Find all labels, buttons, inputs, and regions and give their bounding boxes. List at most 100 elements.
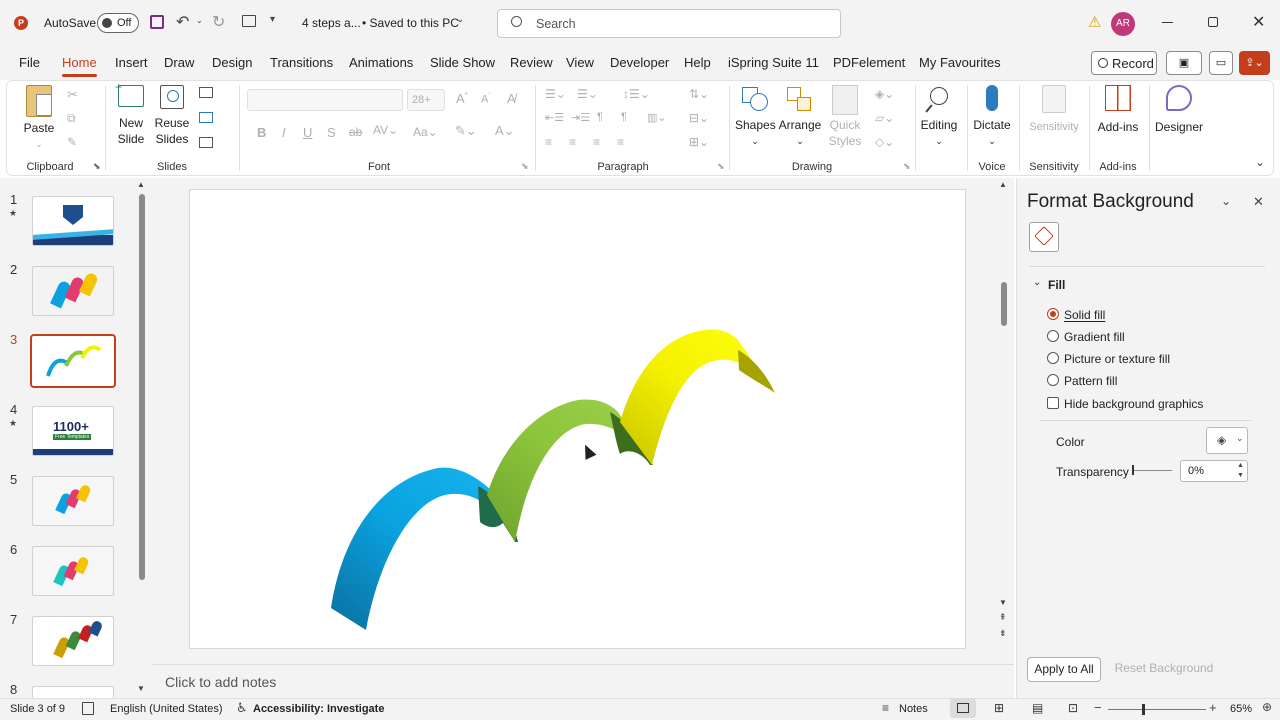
share-button[interactable]: ⇪⌄ bbox=[1239, 51, 1270, 75]
slide-thumb-2[interactable] bbox=[32, 266, 114, 316]
paragraph-launcher-icon[interactable]: ⬊ bbox=[717, 161, 725, 172]
restore-icon[interactable] bbox=[1208, 17, 1218, 27]
increase-indent-icon[interactable]: ⇥☰ bbox=[571, 111, 590, 124]
smartart-icon[interactable]: ⊞⌄ bbox=[689, 135, 709, 149]
addins-button[interactable]: Add-ins bbox=[1093, 85, 1143, 135]
char-spacing-icon[interactable]: AV⌄ bbox=[373, 123, 398, 137]
tab-draw[interactable]: Draw bbox=[164, 55, 194, 70]
reading-view-icon[interactable]: ▤ bbox=[1032, 701, 1043, 715]
undo-dropdown-icon[interactable]: ⌄ bbox=[196, 16, 203, 25]
undo-icon[interactable]: ↶ bbox=[176, 12, 189, 32]
tab-ispring[interactable]: iSpring Suite 11 bbox=[728, 55, 819, 70]
record-button[interactable]: Record bbox=[1091, 51, 1157, 75]
zoom-slider[interactable] bbox=[1108, 704, 1206, 715]
italic-button[interactable]: I bbox=[282, 125, 286, 140]
slideshow-icon[interactable]: ⊡ bbox=[1068, 701, 1078, 715]
numbering-icon[interactable]: ☰⌄ bbox=[577, 87, 598, 101]
hide-graphics-checkbox[interactable] bbox=[1047, 397, 1059, 409]
close-icon[interactable]: ✕ bbox=[1252, 12, 1265, 32]
zoom-in-icon[interactable]: + bbox=[1209, 700, 1217, 715]
slide-thumb-5[interactable] bbox=[32, 476, 114, 526]
tab-pdfelement[interactable]: PDFelement bbox=[833, 55, 905, 70]
slide-thumb-4[interactable]: 1100+ Free Templates bbox=[32, 406, 114, 456]
scroll-thumb[interactable] bbox=[1001, 282, 1007, 326]
scroll-thumb[interactable] bbox=[139, 194, 145, 580]
tab-insert[interactable]: Insert bbox=[115, 55, 148, 70]
slide-thumb-3[interactable] bbox=[30, 334, 116, 388]
change-case-icon[interactable]: Aa⌄ bbox=[413, 125, 438, 139]
saved-status-dropdown-icon[interactable]: ⌄ bbox=[456, 14, 464, 25]
minimize-icon[interactable] bbox=[1162, 22, 1173, 23]
notes-pane[interactable]: Click to add notes bbox=[152, 664, 1014, 698]
spellcheck-icon[interactable] bbox=[82, 702, 94, 715]
tab-animations[interactable]: Animations bbox=[349, 55, 413, 70]
apply-to-all-button[interactable]: Apply to All bbox=[1027, 657, 1101, 682]
tab-transitions[interactable]: Transitions bbox=[270, 55, 333, 70]
shape-fill-icon[interactable]: ◈⌄ bbox=[875, 87, 894, 101]
ltr-icon[interactable]: ¶ bbox=[597, 111, 603, 123]
pattern-fill-label[interactable]: Pattern fill bbox=[1064, 374, 1117, 388]
notes-placeholder[interactable]: Click to add notes bbox=[165, 674, 276, 690]
spin-up-icon[interactable]: ▲ bbox=[1237, 462, 1244, 469]
sensitivity-button[interactable]: Sensitivity bbox=[1025, 85, 1083, 135]
picture-fill-label[interactable]: Picture or texture fill bbox=[1064, 352, 1170, 366]
scroll-down-icon[interactable]: ▼ bbox=[999, 598, 1007, 607]
align-text-icon[interactable]: ⊟⌄ bbox=[689, 111, 709, 125]
arrange-button[interactable]: Arrange ⌄ bbox=[777, 85, 823, 149]
gradient-fill-radio[interactable] bbox=[1047, 330, 1059, 342]
strikethrough-icon[interactable]: ab bbox=[349, 125, 362, 139]
language-label[interactable]: English (United States) bbox=[110, 703, 223, 715]
document-title[interactable]: 4 steps a... bbox=[302, 16, 361, 30]
fill-section-header[interactable]: Fill bbox=[1048, 278, 1065, 292]
slide-sorter-icon[interactable]: ⊞ bbox=[994, 701, 1004, 715]
comments-button[interactable]: ▭ bbox=[1209, 51, 1233, 75]
bullets-icon[interactable]: ☰⌄ bbox=[545, 87, 566, 101]
shape-outline-icon[interactable]: ▱⌄ bbox=[875, 111, 894, 125]
zoom-slider-handle[interactable] bbox=[1142, 704, 1145, 715]
tab-design[interactable]: Design bbox=[212, 55, 252, 70]
text-direction-icon[interactable]: ⇅⌄ bbox=[689, 87, 709, 101]
columns-icon[interactable]: ▥⌄ bbox=[647, 111, 667, 124]
new-slide-button[interactable]: + New Slide bbox=[113, 80, 149, 147]
notes-icon[interactable]: ≡ bbox=[882, 701, 889, 715]
pattern-fill-radio[interactable] bbox=[1047, 374, 1059, 386]
slide-thumb-6[interactable] bbox=[32, 546, 114, 596]
paste-button[interactable]: Paste ⌄ bbox=[21, 85, 57, 152]
avatar[interactable]: AR bbox=[1111, 12, 1135, 36]
transparency-input[interactable]: 0% ▲ ▼ bbox=[1180, 460, 1248, 482]
justify-icon[interactable]: ≡ bbox=[617, 135, 624, 149]
picture-fill-radio[interactable] bbox=[1047, 352, 1059, 364]
scroll-up-icon[interactable]: ▲ bbox=[137, 180, 145, 189]
arch-steps-graphic[interactable] bbox=[190, 190, 967, 650]
accessibility-label[interactable]: Accessibility: Investigate bbox=[253, 703, 384, 715]
canvas-scrollbar[interactable]: ▲ ▼ ⇞ ⇟ bbox=[998, 180, 1010, 646]
tab-file[interactable]: File bbox=[19, 55, 40, 70]
fit-slide-icon[interactable]: ⊕ bbox=[1262, 700, 1272, 714]
zoom-out-icon[interactable]: − bbox=[1094, 700, 1102, 715]
solid-fill-radio[interactable] bbox=[1047, 308, 1059, 320]
next-slide-icon[interactable]: ⇟ bbox=[999, 628, 1007, 639]
present-icon[interactable] bbox=[242, 15, 256, 27]
shadow-button[interactable]: S bbox=[327, 125, 336, 140]
zoom-level[interactable]: 65% bbox=[1230, 703, 1252, 715]
tab-help[interactable]: Help bbox=[684, 55, 711, 70]
camera-button[interactable]: ▣ bbox=[1166, 51, 1202, 75]
clear-format-icon[interactable]: A̸ bbox=[507, 91, 516, 106]
dictate-button[interactable]: Dictate ⌄ bbox=[971, 85, 1013, 149]
warning-icon[interactable]: ⚠ bbox=[1088, 13, 1101, 31]
slide-canvas[interactable] bbox=[189, 189, 966, 649]
tab-my-favourites[interactable]: My Favourites bbox=[919, 55, 1001, 70]
scroll-down-icon[interactable]: ▼ bbox=[137, 684, 145, 693]
shape-effects-icon[interactable]: ◇⌄ bbox=[875, 135, 894, 149]
solid-fill-label[interactable]: Solid fill bbox=[1064, 308, 1105, 322]
editing-button[interactable]: Editing ⌄ bbox=[917, 85, 961, 149]
reuse-slides-button[interactable]: Reuse Slides bbox=[153, 85, 191, 147]
copy-icon[interactable]: ⧉ bbox=[67, 111, 76, 126]
tab-developer[interactable]: Developer bbox=[610, 55, 669, 70]
hide-graphics-label[interactable]: Hide background graphics bbox=[1064, 397, 1203, 411]
align-right-icon[interactable]: ≡ bbox=[593, 135, 600, 149]
quick-styles-button[interactable]: Quick Styles bbox=[825, 85, 865, 149]
gradient-fill-label[interactable]: Gradient fill bbox=[1064, 330, 1125, 344]
scroll-up-icon[interactable]: ▲ bbox=[999, 180, 1007, 189]
redo-icon[interactable]: ↻ bbox=[212, 12, 225, 32]
